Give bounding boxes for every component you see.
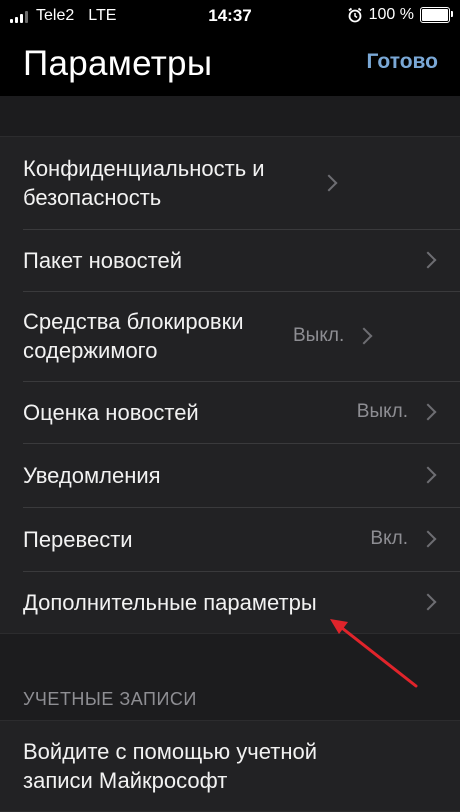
- page-title: Параметры: [23, 44, 213, 83]
- top-spacer: [0, 96, 460, 136]
- chevron-right-icon: [320, 174, 338, 192]
- settings-item-value: Выкл.: [356, 401, 408, 422]
- settings-item-news-rating[interactable]: Оценка новостей Выкл.: [0, 381, 460, 443]
- settings-item-value: Выкл.: [293, 325, 345, 346]
- settings-item-label: Пакет новостей: [23, 247, 183, 273]
- microsoft-signin-item[interactable]: Войдите с помощью учетной записи Майкрос…: [0, 721, 460, 811]
- settings-item-value: Вкл.: [370, 528, 408, 549]
- settings-item-translate[interactable]: Перевести Вкл.: [0, 507, 460, 571]
- settings-list[interactable]: Конфиденциальность и безопасность Пакет …: [0, 96, 460, 812]
- battery-percent: 100 %: [368, 6, 414, 23]
- status-right: 100 %: [347, 6, 453, 24]
- status-bar: Tele2 LTE 14:37 100 %: [0, 0, 460, 34]
- chevron-right-icon: [419, 593, 437, 611]
- settings-item-notifications[interactable]: Уведомления: [0, 443, 460, 507]
- settings-item-content-blocker[interactable]: Средства блокировки содержимого Выкл.: [0, 291, 460, 381]
- settings-item-news-pack[interactable]: Пакет новостей: [0, 229, 460, 291]
- settings-item-label: Оценка новостей: [23, 399, 199, 425]
- battery-icon: [420, 7, 453, 23]
- settings-item-label: Дополнительные параметры: [23, 589, 317, 615]
- settings-item-privacy[interactable]: Конфиденциальность и безопасность: [0, 137, 460, 229]
- battery-level: [422, 9, 448, 21]
- settings-item-advanced[interactable]: Дополнительные параметры: [0, 571, 460, 633]
- section-header-accounts: УЧЕТНЫЕ ЗАПИСИ: [0, 678, 460, 720]
- chevron-right-icon: [355, 327, 373, 345]
- settings-item-label: Уведомления: [23, 462, 161, 488]
- chevron-right-icon: [419, 251, 437, 269]
- chevron-right-icon: [419, 403, 437, 421]
- signin-label: Войдите с помощью учетной записи Майкрос…: [23, 739, 318, 793]
- accounts-group: Войдите с помощью учетной записи Майкрос…: [0, 720, 460, 812]
- settings-group: Конфиденциальность и безопасность Пакет …: [0, 136, 460, 634]
- done-button[interactable]: Готово: [367, 50, 438, 74]
- settings-item-label: Перевести: [23, 526, 133, 552]
- section-spacer: [0, 634, 460, 678]
- alarm-icon: [348, 7, 362, 23]
- settings-item-label: Средства блокировки содержимого: [23, 309, 244, 363]
- chevron-right-icon: [419, 466, 437, 484]
- chevron-right-icon: [419, 530, 437, 548]
- navigation-bar: Параметры Готово: [0, 34, 460, 96]
- settings-item-label: Конфиденциальность и безопасность: [23, 156, 265, 210]
